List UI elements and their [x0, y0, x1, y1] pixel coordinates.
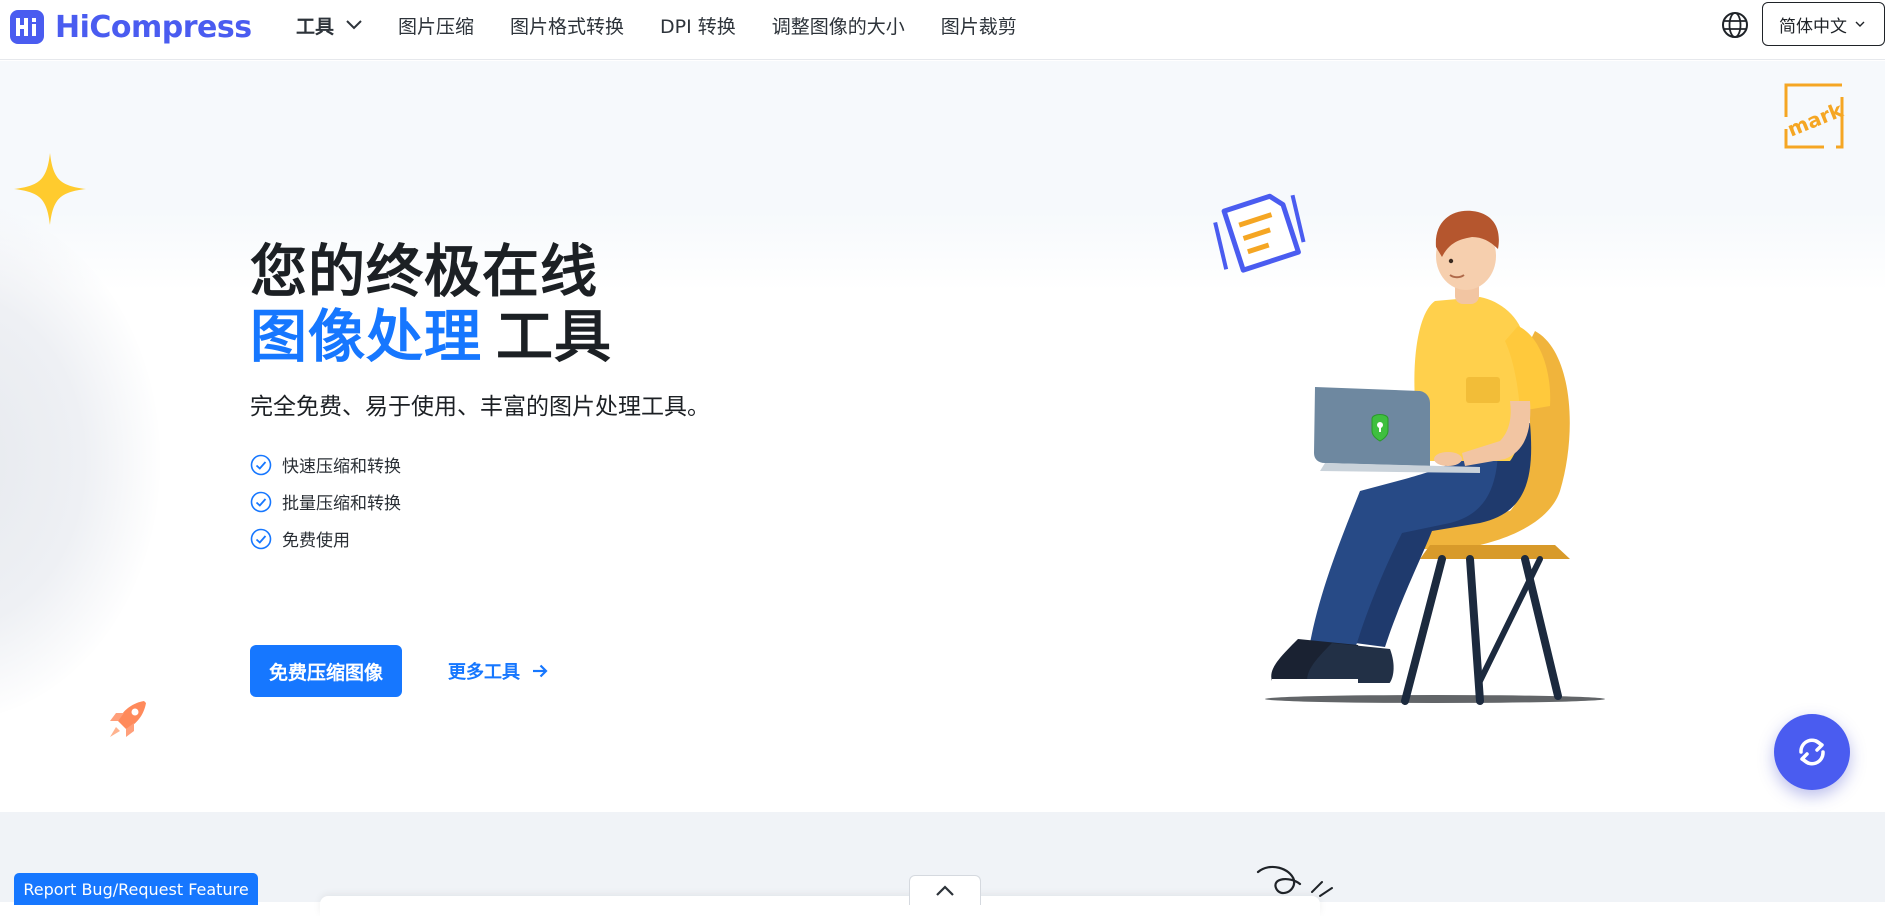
nav-item-resize[interactable]: 调整图像的大小	[772, 12, 905, 39]
chevron-up-icon	[936, 884, 954, 896]
sparkle-icon	[14, 153, 86, 225]
feature-list: 快速压缩和转换 批量压缩和转换 免费使用	[250, 446, 401, 557]
hero-title-rest: 工具	[496, 304, 612, 370]
scroll-to-top-button[interactable]	[909, 875, 981, 905]
refresh-fab-button[interactable]	[1774, 714, 1850, 790]
report-bug-button[interactable]: Report Bug/Request Feature	[14, 873, 258, 905]
refresh-icon	[1799, 738, 1825, 766]
feature-item: 免费使用	[250, 520, 401, 557]
main-nav: 工具 图片压缩 图片格式转换 DPI 转换 调整图像的大小 图片裁剪	[296, 0, 1053, 50]
hero-title-line2: 图像处理 工具	[250, 291, 612, 373]
compress-image-button[interactable]: 免费压缩图像	[250, 645, 402, 697]
hero-illustration	[1213, 193, 1605, 705]
top-navbar: HiCompress 工具 图片压缩 图片格式转换 DPI 转换 调整图像的大小…	[0, 0, 1885, 60]
feature-item: 快速压缩和转换	[250, 446, 401, 483]
more-tools-link[interactable]: 更多工具	[448, 658, 548, 684]
hi-logo-icon	[10, 10, 44, 44]
globe-icon[interactable]	[1720, 10, 1750, 40]
nav-item-image-compress[interactable]: 图片压缩	[398, 12, 474, 39]
mark-badge-text: mark	[1784, 97, 1847, 141]
arrow-right-icon	[533, 664, 548, 678]
more-tools-label: 更多工具	[448, 662, 520, 683]
language-label: 简体中文	[1779, 16, 1847, 37]
chevron-down-icon	[1855, 21, 1865, 27]
check-circle-icon	[250, 491, 272, 512]
content-panel	[320, 896, 1320, 916]
nav-item-format-convert[interactable]: 图片格式转换	[510, 12, 624, 39]
nav-item-tools[interactable]: 工具	[296, 12, 362, 39]
language-select[interactable]: 简体中文	[1762, 2, 1885, 46]
check-circle-icon	[250, 454, 272, 475]
brand-name: HiCompress	[55, 9, 252, 45]
document-icon	[1213, 193, 1306, 273]
feature-label: 免费使用	[282, 531, 350, 551]
hero-background-glow	[0, 201, 160, 721]
doodle-icon	[1256, 865, 1333, 897]
nav-item-label: 工具	[296, 15, 335, 38]
hero-section: mark 您的终极在线 图像处理 工具 完全免费、易于使用、丰富的图片处理工具。 …	[0, 61, 1885, 812]
check-circle-icon	[250, 528, 272, 549]
feature-label: 批量压缩和转换	[282, 494, 401, 514]
feature-label: 快速压缩和转换	[282, 457, 401, 477]
rocket-icon	[110, 701, 146, 737]
feature-item: 批量压缩和转换	[250, 483, 401, 520]
brand-logo[interactable]: HiCompress	[10, 9, 252, 45]
chevron-down-icon	[346, 20, 362, 30]
mark-badge-icon: mark	[1784, 83, 1847, 149]
nav-item-crop[interactable]: 图片裁剪	[941, 12, 1017, 39]
nav-item-dpi-convert[interactable]: DPI 转换	[660, 12, 736, 39]
hero-subtitle: 完全免费、易于使用、丰富的图片处理工具。	[250, 394, 710, 420]
hero-title-accent: 图像处理	[250, 304, 482, 370]
